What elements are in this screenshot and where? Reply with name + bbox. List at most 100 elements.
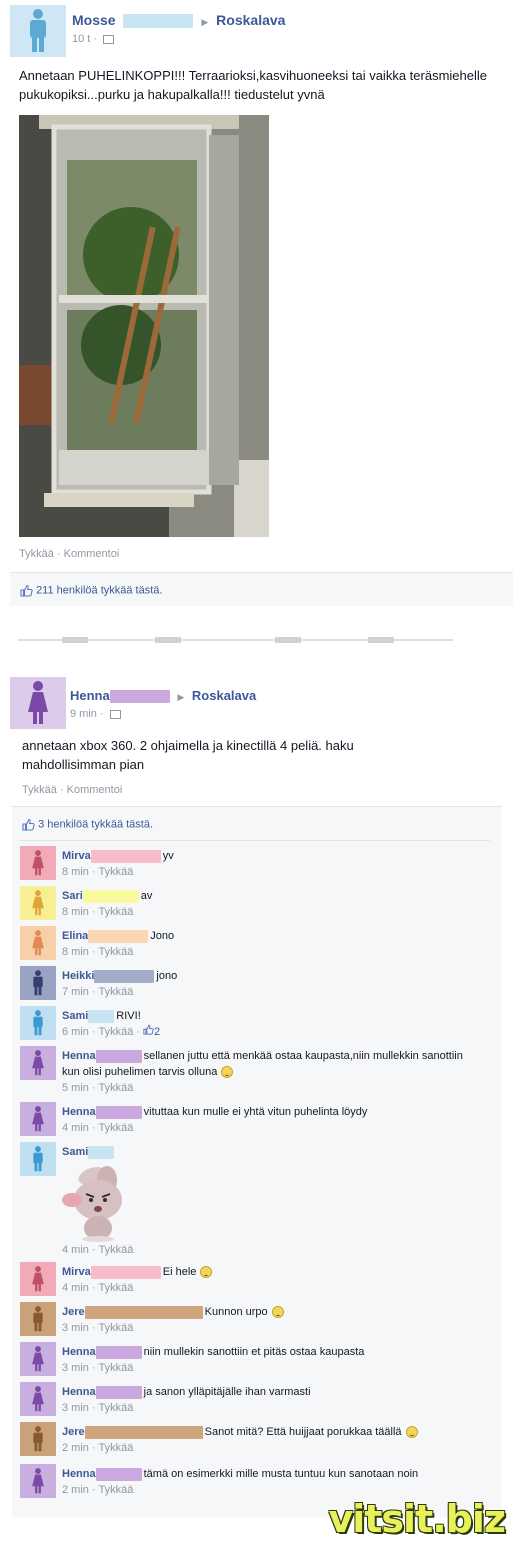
female-silhouette-icon <box>32 1050 44 1076</box>
post1-author[interactable]: Mosse <box>72 12 116 28</box>
comment-meta[interactable]: 5 min · Tykkää <box>62 1082 133 1094</box>
post2-text: annetaan xbox 360. 2 ohjaimella ja kinec… <box>22 738 354 772</box>
comment-body: Sami RIVI! 6 min · Tykkää · 2 <box>62 1008 482 1040</box>
commenter-name[interactable]: Henna <box>62 1468 96 1480</box>
comment-meta[interactable]: 6 min · Tykkää · <box>62 1026 140 1038</box>
female-silhouette-icon <box>32 890 44 916</box>
comment-meta[interactable]: 4 min · Tykkää <box>62 1122 133 1134</box>
female-silhouette-icon <box>28 681 48 724</box>
female-silhouette-icon <box>32 1386 44 1412</box>
commenter-name[interactable]: Heikki <box>62 970 94 982</box>
commenter-avatar[interactable] <box>20 1382 56 1416</box>
redaction-bar <box>90 849 161 863</box>
comment-meta[interactable]: 8 min · Tykkää <box>62 866 133 878</box>
comment-body: Henna ja sanon ylläpitäjälle ihan varmast… <box>62 1384 482 1416</box>
comment-body: Henna niin mullekin sanottiin et pitäs os… <box>62 1344 482 1376</box>
commenter-avatar[interactable] <box>20 1464 56 1498</box>
audience-icon <box>109 709 121 719</box>
post2-author[interactable]: Henna <box>70 688 110 703</box>
commenter-avatar[interactable] <box>20 1262 56 1296</box>
redaction-bar <box>88 929 149 943</box>
post-1: Mosse ▶ Roskalava 10 t · Annetaan PUHELI… <box>0 0 513 610</box>
comment-text: jono <box>156 970 178 982</box>
commenter-name[interactable]: Mirva <box>62 1266 91 1278</box>
comment-meta[interactable]: 4 min · Tykkää <box>62 1244 133 1256</box>
commenter-name[interactable]: Elina <box>62 930 88 942</box>
comment-meta[interactable]: 3 min · Tykkää <box>62 1402 133 1414</box>
post1-text: Annetaan PUHELINKOPPI!!! Terraarioksi,ka… <box>19 68 487 102</box>
comment-meta[interactable]: 2 min · Tykkää <box>62 1442 133 1454</box>
comment-body: Sami 4 min · Tykkää <box>62 1144 482 1258</box>
comment-body: Mirva yv 8 min · Tykkää <box>62 848 482 880</box>
redaction-bar <box>109 690 170 704</box>
post1-avatar[interactable] <box>10 5 66 57</box>
comment-text: Sanot mitä? Että huijjaat porukkaa tääll… <box>204 1426 402 1438</box>
redaction-bar <box>95 1049 142 1063</box>
redaction-bar <box>90 1265 161 1279</box>
commenter-avatar[interactable] <box>20 1102 56 1136</box>
post1-likes-count[interactable]: 211 henkilöä tykkää tästä. <box>36 584 162 596</box>
redaction-bar <box>95 1467 142 1481</box>
commenter-avatar[interactable] <box>20 1342 56 1376</box>
comment-body: Henna sellanen juttu että menkää ostaa ka… <box>62 1048 482 1096</box>
post1-group[interactable]: Roskalava <box>216 12 285 28</box>
commenter-avatar[interactable] <box>20 1302 56 1336</box>
male-silhouette-icon <box>33 1146 43 1172</box>
commenter-avatar[interactable] <box>20 886 56 920</box>
arrow-right-icon: ▶ <box>177 692 185 702</box>
comment-meta[interactable]: 4 min · Tykkää <box>62 1282 133 1294</box>
female-silhouette-icon <box>32 1106 44 1132</box>
post2-like-link[interactable]: Tykkää <box>22 784 57 796</box>
commenter-avatar[interactable] <box>20 1046 56 1080</box>
thumbs-up-icon <box>20 584 33 597</box>
post2-likes-count[interactable]: 3 henkilöä tykkää tästä. <box>38 818 153 830</box>
commenter-name[interactable]: Sami <box>62 1010 88 1022</box>
commenter-name[interactable]: Henna <box>62 1346 96 1358</box>
commenter-name[interactable]: Jere <box>62 1426 85 1438</box>
commenter-avatar[interactable] <box>20 1142 56 1176</box>
comment-body: Henna vituttaa kun mulle ei yhtä vitun pu… <box>62 1104 482 1136</box>
commenter-name[interactable]: Henna <box>62 1050 96 1062</box>
comment-text: RIVI! <box>116 1010 141 1022</box>
comment-like-count[interactable]: 2 <box>154 1026 160 1038</box>
commenter-avatar[interactable] <box>20 846 56 880</box>
comment-meta[interactable]: 2 min · Tykkää <box>62 1484 133 1496</box>
separator-dot <box>155 637 181 643</box>
comment-body: Jere Kunnon urpo 3 min · Tykkää <box>62 1304 482 1336</box>
commenter-avatar[interactable] <box>20 926 56 960</box>
post1-likes-bar: 211 henkilöä tykkää tästä. <box>10 572 513 606</box>
comment-meta[interactable]: 8 min · Tykkää <box>62 906 133 918</box>
comment-meta[interactable]: 3 min · Tykkää <box>62 1322 133 1334</box>
commenter-name[interactable]: Henna <box>62 1386 96 1398</box>
post2-avatar[interactable] <box>10 677 66 729</box>
comment-meta[interactable]: 7 min · Tykkää <box>62 986 133 998</box>
post1-like-link[interactable]: Tykkää <box>19 548 54 560</box>
commenter-avatar[interactable] <box>20 966 56 1000</box>
male-silhouette-icon <box>33 1010 43 1036</box>
post2-comment-link[interactable]: Kommentoi <box>67 784 123 796</box>
redaction-bar <box>95 1385 142 1399</box>
comment-body: Henna tämä on esimerkki mille musta tuntu… <box>62 1466 482 1498</box>
commenter-name[interactable]: Jere <box>62 1306 85 1318</box>
post2-group[interactable]: Roskalava <box>192 688 256 703</box>
comment-meta[interactable]: 8 min · Tykkää <box>62 946 133 958</box>
commenter-avatar[interactable] <box>20 1006 56 1040</box>
commenter-name[interactable]: Mirva <box>62 850 91 862</box>
commenter-name[interactable]: Sari <box>62 890 83 902</box>
divider <box>20 840 490 841</box>
comment-text: av <box>140 890 153 902</box>
post1-comment-link[interactable]: Kommentoi <box>64 548 120 560</box>
comment-text: niin mullekin sanottiin et pitäs ostaa k… <box>143 1346 365 1358</box>
commenter-name[interactable]: Henna <box>62 1106 96 1118</box>
commenter-avatar[interactable] <box>20 1422 56 1456</box>
angry-rabbit-sticker[interactable] <box>62 1162 132 1242</box>
post1-photo[interactable] <box>19 115 269 537</box>
thumbs-up-icon <box>143 1024 154 1038</box>
female-silhouette-icon <box>32 1346 44 1372</box>
post2-time[interactable]: 9 min · <box>70 708 104 720</box>
post1-time[interactable]: 10 t · <box>72 33 97 45</box>
comment-meta[interactable]: 3 min · Tykkää <box>62 1362 133 1374</box>
comment-text: Jono <box>150 930 175 942</box>
audience-icon <box>103 34 115 44</box>
commenter-name[interactable]: Sami <box>62 1146 88 1158</box>
